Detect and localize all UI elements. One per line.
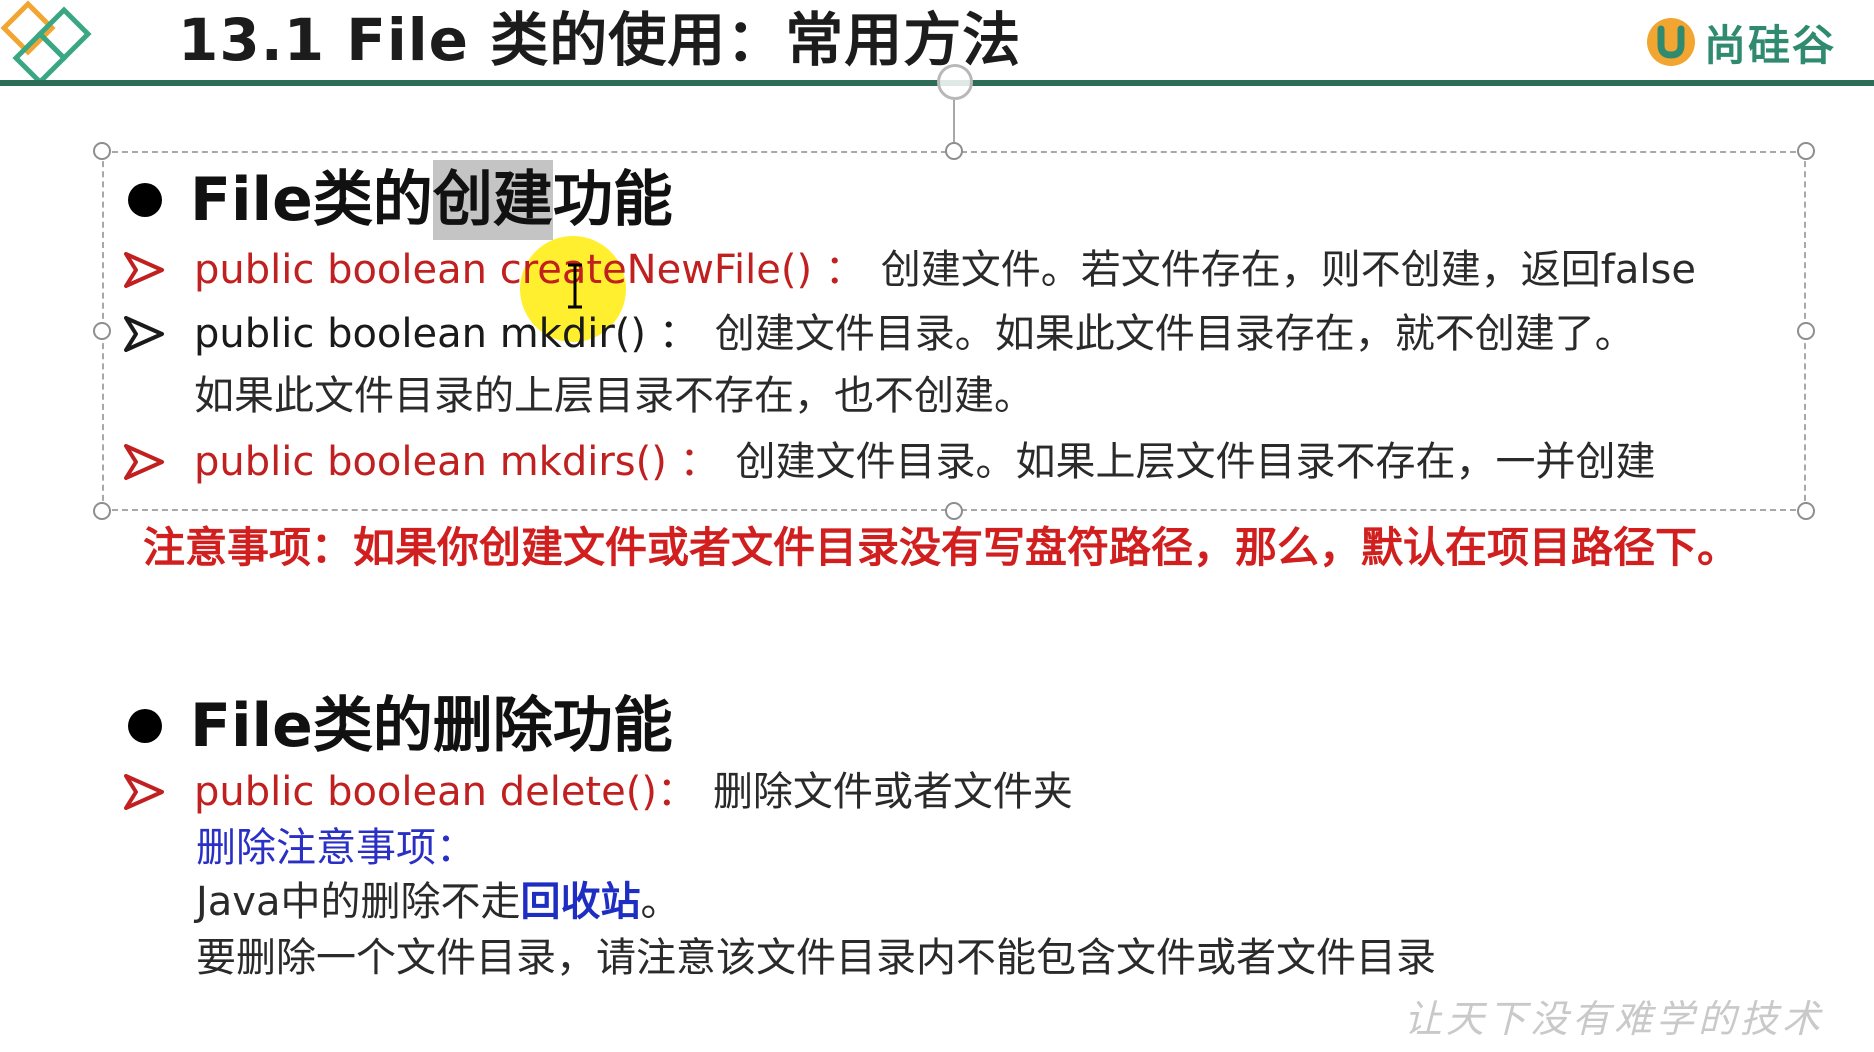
- resize-handle-bottom-center[interactable]: [945, 502, 963, 520]
- rotate-handle-icon[interactable]: [937, 64, 973, 100]
- slide: 13.1 File 类的使用：常用方法 尚硅谷 File类的 创建 功能 publi…: [0, 0, 1874, 1052]
- delete-note-line1-suffix: 。: [640, 879, 681, 925]
- method-mkdirs: public boolean mkdirs() ： 创建文件目录。如果上层文件目…: [124, 432, 1656, 492]
- delete-note-line2: 要删除一个文件目录，请注意该文件目录内不能包含文件或者文件目录: [196, 935, 1436, 981]
- create-heading-suffix: 功能: [552, 165, 673, 235]
- create-note: 注意事项：如果你创建文件或者文件目录没有写盘符路径，那么，默认在项目路径下。: [143, 523, 1740, 572]
- page-title: 13.1 File 类的使用：常用方法: [178, 6, 1022, 74]
- arrow-bullet-icon: [124, 444, 164, 480]
- arrow-bullet-icon: [124, 774, 164, 810]
- resize-handle-middle-right[interactable]: [1797, 322, 1815, 340]
- delete-note-title: 删除注意事项：: [196, 825, 476, 871]
- create-heading-highlight: 创建: [432, 160, 553, 240]
- method-code: public boolean mkdir() ：: [194, 311, 699, 357]
- resize-handle-bottom-right[interactable]: [1797, 502, 1815, 520]
- method-code: public boolean createNewFile() ：: [194, 247, 865, 293]
- method-create-new-file: public boolean createNewFile() ： 创建文件。若文…: [124, 240, 1696, 300]
- create-section-heading: File类的 创建 功能: [128, 160, 673, 240]
- bullet-dot-icon: [128, 183, 162, 217]
- arrow-bullet-icon: [124, 252, 164, 288]
- watermark: 让天下没有难学的技术: [1403, 997, 1824, 1041]
- delete-note-line1-bold: 回收站: [520, 879, 641, 925]
- arrow-bullet-icon: [124, 316, 164, 352]
- resize-handle-top-right[interactable]: [1797, 142, 1815, 160]
- method-desc-continued: 如果此文件目录的上层目录不存在，也不创建。: [194, 373, 1034, 419]
- method-desc: 删除文件或者文件夹: [712, 769, 1073, 815]
- delete-note-line1-prefix: Java中的删除不走: [196, 879, 521, 925]
- resize-handle-middle-left[interactable]: [93, 322, 111, 340]
- method-desc: 创建文件目录。如果此文件目录存在，就不创建了。: [714, 311, 1635, 357]
- delete-section-heading: File类的删除功能: [128, 686, 673, 766]
- brand-name: 尚硅谷: [1703, 20, 1836, 70]
- brand-logo: 尚硅谷: [1644, 14, 1836, 70]
- method-desc: 创建文件目录。如果上层文件目录不存在，一并创建: [735, 439, 1656, 485]
- method-code: public boolean mkdirs() ：: [194, 439, 720, 485]
- delete-heading-text: File类的删除功能: [190, 691, 673, 761]
- method-code: public boolean delete()：: [194, 769, 697, 815]
- method-delete: public boolean delete()： 删除文件或者文件夹: [124, 762, 1073, 822]
- create-heading-prefix: File类的: [190, 165, 433, 235]
- resize-handle-top-left[interactable]: [93, 142, 111, 160]
- resize-handle-top-center[interactable]: [945, 142, 963, 160]
- logo-diamond-icon: [0, 0, 92, 86]
- resize-handle-bottom-left[interactable]: [93, 502, 111, 520]
- brand-u-icon: [1646, 18, 1695, 66]
- text-cursor-icon: [568, 263, 582, 309]
- bullet-dot-icon: [128, 709, 162, 743]
- method-mkdir: public boolean mkdir() ： 创建文件目录。如果此文件目录存…: [124, 304, 1635, 364]
- delete-note-line1: Java中的删除不走回收站。: [196, 874, 681, 930]
- method-desc: 创建文件。若文件存在，则不创建，返回false: [880, 247, 1696, 293]
